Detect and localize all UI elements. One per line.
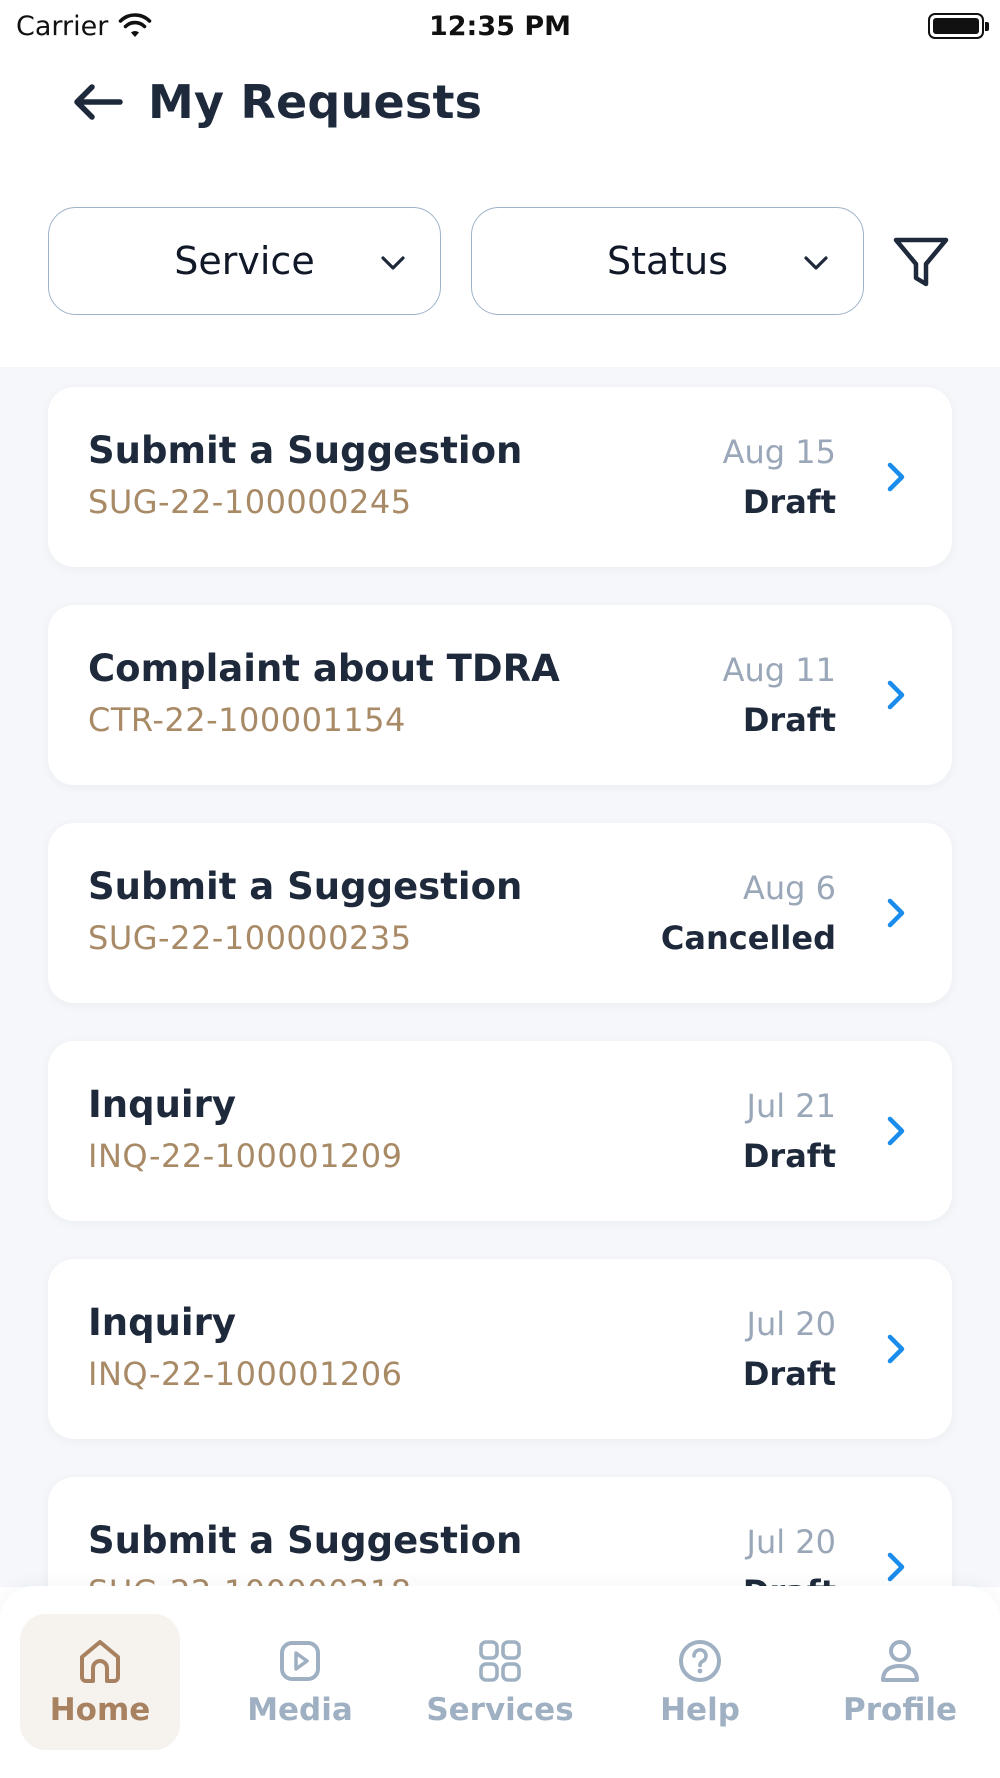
nav-label-services: Services (426, 1692, 574, 1728)
chevron-right-icon (887, 1552, 905, 1582)
request-status: Draft (742, 483, 836, 521)
page-title: My Requests (148, 75, 483, 129)
nav-item-services[interactable]: Services (420, 1614, 580, 1750)
request-date: Jul 20 (746, 1523, 837, 1561)
request-title: Submit a Suggestion (88, 1519, 523, 1562)
status-filter-select[interactable]: Status (471, 207, 864, 315)
battery-icon (928, 13, 989, 39)
request-status: Draft (742, 1355, 836, 1393)
nav-label-profile: Profile (843, 1692, 957, 1728)
request-reference: CTR-22-100001154 (88, 701, 406, 739)
request-card[interactable]: Inquiry INQ-22-100001209 Jul 21 Draft (48, 1041, 952, 1221)
request-status: Draft (743, 1573, 836, 1587)
request-list[interactable]: Submit a Suggestion SUG-22-100000245 Aug… (0, 367, 1000, 1587)
wifi-icon (119, 13, 152, 37)
nav-item-profile[interactable]: Profile (820, 1614, 980, 1750)
chevron-right-icon (887, 1116, 905, 1146)
request-status: Draft (742, 1137, 836, 1175)
request-card[interactable]: Submit a Suggestion SUG-22-100000245 Aug… (48, 387, 952, 567)
chevron-right-icon (887, 898, 905, 928)
status-left: Carrier (16, 11, 152, 42)
request-reference: SUG-22-100000235 (88, 919, 412, 957)
nav-item-help[interactable]: Help (620, 1614, 780, 1750)
service-filter-label: Service (174, 239, 315, 283)
request-date: Aug 15 (722, 433, 836, 471)
status-bar: Carrier 12:35 PM (0, 0, 1000, 52)
home-icon (80, 1640, 120, 1683)
nav-item-home[interactable]: Home (20, 1614, 180, 1750)
filter-bar: Service Status (48, 207, 958, 317)
request-reference: SUG-22-100000245 (88, 483, 412, 521)
chevron-right-icon (887, 462, 905, 492)
request-status: Cancelled (660, 919, 836, 957)
back-button[interactable] (70, 74, 126, 130)
request-card[interactable]: Submit a Suggestion SUG-22-100000235 Aug… (48, 823, 952, 1003)
request-reference: INQ-22-100001209 (88, 1137, 403, 1175)
bottom-navigation: Home Media Services Help Profile (0, 1586, 1000, 1778)
request-title: Complaint about TDRA (88, 647, 560, 690)
nav-item-media[interactable]: Media (220, 1614, 380, 1750)
nav-label-media: Media (247, 1692, 353, 1728)
request-reference: INQ-22-100001206 (88, 1355, 403, 1393)
chevron-down-icon (804, 256, 828, 270)
request-card[interactable]: Submit a Suggestion SUG-22-100000218 Jul… (48, 1477, 952, 1587)
request-card[interactable]: Complaint about TDRA CTR-22-100001154 Au… (48, 605, 952, 785)
request-date: Jul 21 (746, 1087, 837, 1125)
grid-icon (479, 1640, 521, 1682)
play-icon (280, 1641, 320, 1681)
service-filter-select[interactable]: Service (48, 207, 441, 315)
user-icon (881, 1640, 919, 1682)
help-circle-icon (679, 1640, 721, 1682)
request-date: Jul 20 (746, 1305, 837, 1343)
status-filter-label: Status (606, 239, 729, 283)
request-title: Inquiry (88, 1301, 236, 1344)
header: My Requests (70, 62, 482, 142)
funnel-icon[interactable] (890, 231, 952, 293)
request-title: Submit a Suggestion (88, 429, 523, 472)
request-reference: SUG-22-100000218 (88, 1573, 412, 1587)
chevron-right-icon (887, 680, 905, 710)
request-card[interactable]: Inquiry INQ-22-100001206 Jul 20 Draft (48, 1259, 952, 1439)
battery-level (933, 18, 979, 34)
request-date: Aug 11 (722, 651, 836, 689)
request-title: Submit a Suggestion (88, 865, 523, 908)
request-status: Draft (742, 701, 836, 739)
chevron-right-icon (887, 1334, 905, 1364)
nav-label-home: Home (49, 1692, 151, 1728)
nav-label-help: Help (660, 1692, 740, 1728)
arrow-left-icon (74, 84, 123, 120)
carrier-label: Carrier (16, 10, 109, 42)
request-date: Aug 6 (742, 869, 836, 907)
request-title: Inquiry (88, 1083, 236, 1126)
chevron-down-icon (381, 256, 405, 270)
